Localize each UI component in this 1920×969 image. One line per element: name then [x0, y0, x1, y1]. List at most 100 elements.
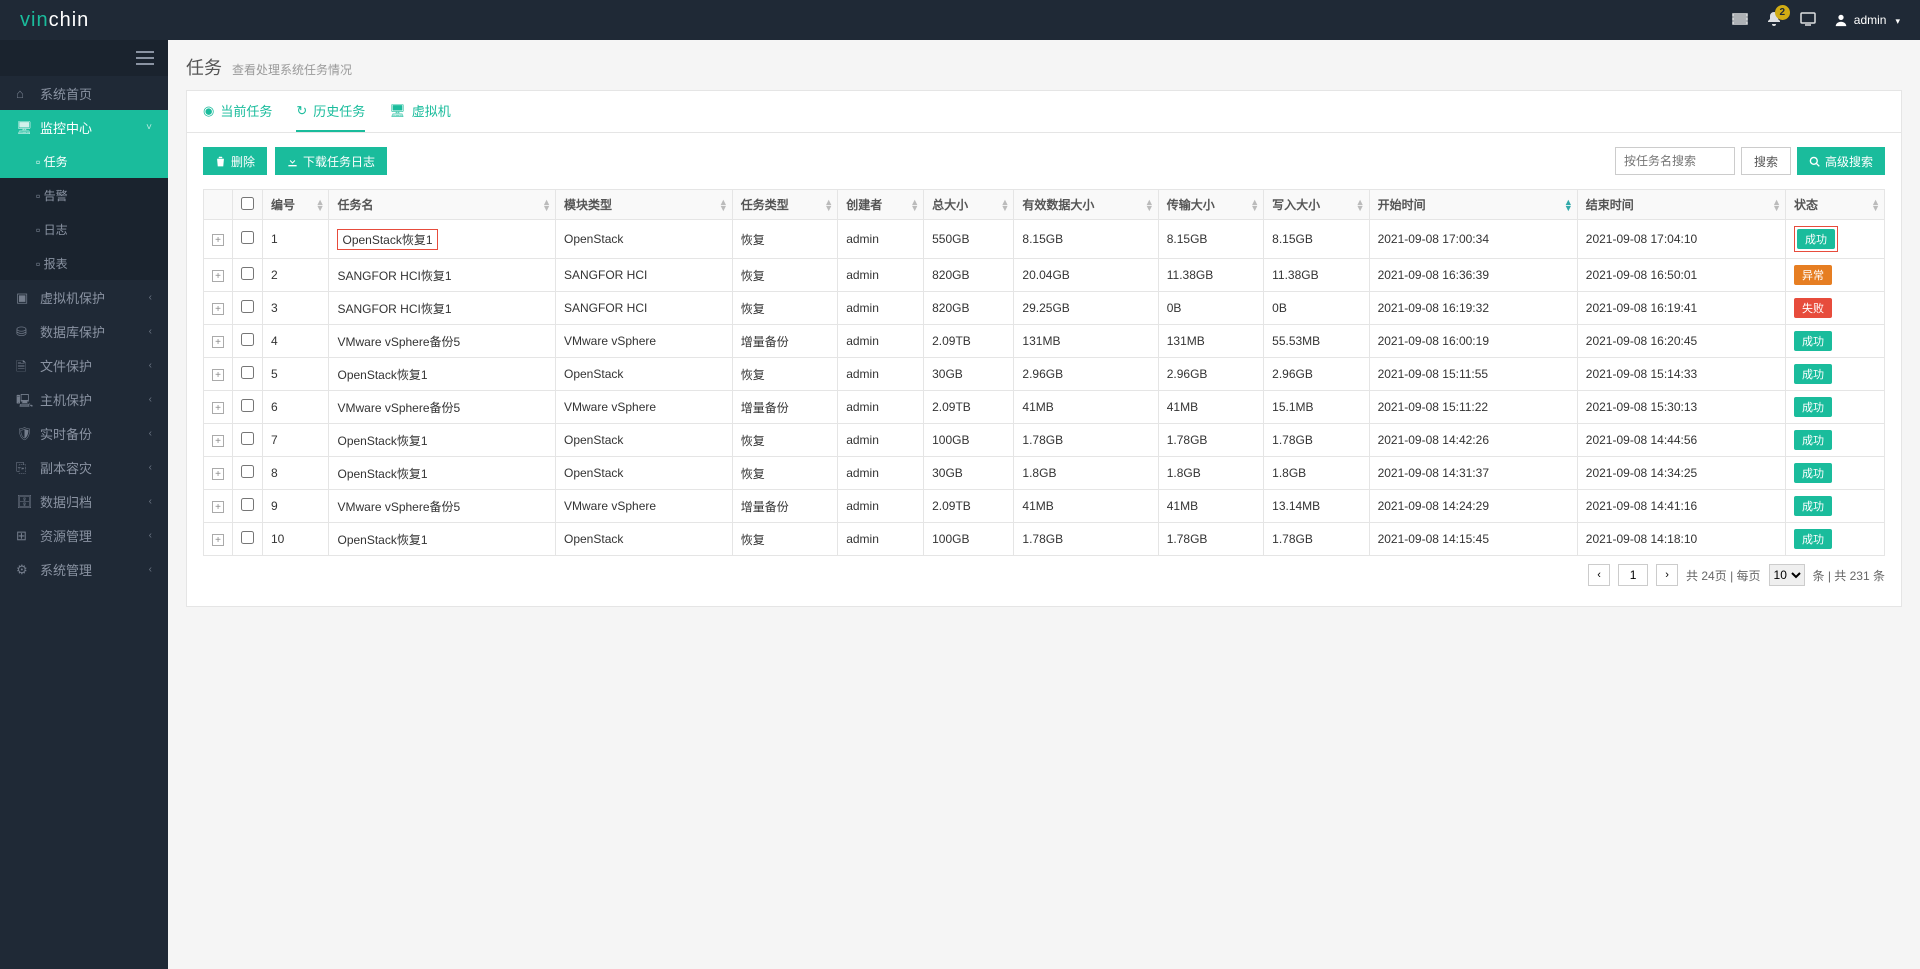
- col-header[interactable]: 模块类型▲▼: [556, 190, 733, 220]
- select-all-checkbox[interactable]: [241, 197, 254, 210]
- task-name-link[interactable]: OpenStack恢复1: [337, 467, 427, 481]
- expand-icon[interactable]: +: [212, 303, 224, 315]
- search-button[interactable]: 搜索: [1741, 147, 1791, 175]
- pagination: ‹ › 共 24页 | 每页 10 条 | 共 231 条: [203, 556, 1885, 590]
- expand-icon[interactable]: +: [212, 270, 224, 282]
- page-subtitle: 查看处理系统任务情况: [232, 61, 352, 78]
- sidebar-sub-1-3[interactable]: ▫ 报表: [0, 246, 168, 280]
- nav-icon: ⚙: [16, 562, 30, 576]
- sidebar-toggle[interactable]: [0, 40, 168, 76]
- sort-icon: ▲▼: [316, 199, 325, 211]
- col-header[interactable]: 编号▲▼: [263, 190, 329, 220]
- expand-icon[interactable]: +: [212, 468, 224, 480]
- table-row: +7OpenStack恢复1OpenStack恢复admin100GB1.78G…: [204, 424, 1885, 457]
- task-name-link[interactable]: VMware vSphere备份5: [337, 500, 460, 514]
- col-header[interactable]: 任务名▲▼: [329, 190, 556, 220]
- task-name-link[interactable]: OpenStack恢复1: [337, 434, 427, 448]
- sidebar-item-5[interactable]: 🖳主机保护‹: [0, 382, 168, 416]
- col-header[interactable]: 写入大小▲▼: [1264, 190, 1369, 220]
- download-log-button[interactable]: 下载任务日志: [275, 147, 387, 175]
- col-header[interactable]: 结束时间▲▼: [1577, 190, 1785, 220]
- search-input[interactable]: [1615, 147, 1735, 175]
- task-name-link[interactable]: SANGFOR HCI恢复1: [337, 269, 451, 283]
- expand-icon[interactable]: +: [212, 534, 224, 546]
- table-row: +10OpenStack恢复1OpenStack恢复admin100GB1.78…: [204, 523, 1885, 556]
- status-badge: 成功: [1794, 529, 1832, 549]
- col-header[interactable]: 有效数据大小▲▼: [1014, 190, 1158, 220]
- row-checkbox[interactable]: [241, 231, 254, 244]
- chevron-icon: ˅: [146, 122, 152, 133]
- row-checkbox[interactable]: [241, 366, 254, 379]
- sidebar-item-4[interactable]: 🗎文件保护‹: [0, 348, 168, 382]
- col-header[interactable]: 状态▲▼: [1786, 190, 1885, 220]
- expand-icon[interactable]: +: [212, 501, 224, 513]
- table-row: +8OpenStack恢复1OpenStack恢复admin30GB1.8GB1…: [204, 457, 1885, 490]
- col-header[interactable]: 任务类型▲▼: [732, 190, 837, 220]
- col-header[interactable]: 开始时间▲▼: [1369, 190, 1577, 220]
- row-checkbox[interactable]: [241, 531, 254, 544]
- bell-icon[interactable]: 2: [1766, 11, 1782, 30]
- sidebar-item-6[interactable]: 🛡实时备份‹: [0, 416, 168, 450]
- prev-page-button[interactable]: ‹: [1588, 564, 1610, 586]
- expand-icon[interactable]: +: [212, 336, 224, 348]
- chevron-icon: ‹: [149, 292, 152, 303]
- sidebar-item-3[interactable]: ⛁数据库保护‹: [0, 314, 168, 348]
- table-row: +3SANGFOR HCI恢复1SANGFOR HCI恢复admin820GB2…: [204, 292, 1885, 325]
- sidebar-item-7[interactable]: ⎘副本容灾‹: [0, 450, 168, 484]
- nav-icon: ⎘: [16, 460, 30, 474]
- next-page-button[interactable]: ›: [1656, 564, 1678, 586]
- col-header[interactable]: 总大小▲▼: [924, 190, 1014, 220]
- grid-icon[interactable]: [1732, 11, 1748, 30]
- sort-icon: ▲▼: [1356, 199, 1365, 211]
- task-name-link[interactable]: VMware vSphere备份5: [337, 335, 460, 349]
- expand-icon[interactable]: +: [212, 369, 224, 381]
- sidebar-sub-1-0[interactable]: ▫ 任务: [0, 144, 168, 178]
- toolbar: 删除 下载任务日志 搜索 高级搜索: [187, 133, 1901, 189]
- status-badge: 异常: [1794, 265, 1832, 285]
- col-header[interactable]: 传输大小▲▼: [1158, 190, 1263, 220]
- row-checkbox[interactable]: [241, 498, 254, 511]
- expand-icon[interactable]: +: [212, 435, 224, 447]
- tab-icon: 🖥: [389, 103, 406, 119]
- user-menu[interactable]: admin: [1834, 13, 1900, 27]
- monitor-icon[interactable]: [1800, 11, 1816, 30]
- row-checkbox[interactable]: [241, 300, 254, 313]
- sidebar-sub-1-2[interactable]: ▫ 日志: [0, 212, 168, 246]
- row-checkbox[interactable]: [241, 465, 254, 478]
- sidebar-item-9[interactable]: ⊞资源管理‹: [0, 518, 168, 552]
- expand-icon[interactable]: +: [212, 234, 224, 246]
- nav-icon: ⌂: [16, 86, 30, 100]
- chevron-down-icon: [1892, 13, 1900, 27]
- task-name-link[interactable]: VMware vSphere备份5: [337, 401, 460, 415]
- row-checkbox[interactable]: [241, 432, 254, 445]
- row-checkbox[interactable]: [241, 333, 254, 346]
- sort-icon: ▲▼: [1871, 199, 1880, 211]
- sidebar-sub-1-1[interactable]: ▫ 告警: [0, 178, 168, 212]
- delete-button[interactable]: 删除: [203, 147, 267, 175]
- status-badge: 成功: [1794, 331, 1832, 351]
- tab-0[interactable]: ◉当前任务: [203, 101, 272, 132]
- tab-1[interactable]: ↻历史任务: [296, 101, 365, 132]
- sidebar-item-1[interactable]: 🖥监控中心˅: [0, 110, 168, 144]
- advanced-search-button[interactable]: 高级搜索: [1797, 147, 1885, 175]
- status-badge: 成功: [1794, 397, 1832, 417]
- sidebar-item-8[interactable]: 🗄数据归档‹: [0, 484, 168, 518]
- col-header[interactable]: 创建者▲▼: [838, 190, 924, 220]
- expand-icon[interactable]: +: [212, 402, 224, 414]
- tab-2[interactable]: 🖥虚拟机: [389, 101, 451, 132]
- task-name-link[interactable]: OpenStack恢复1: [337, 229, 437, 250]
- sidebar-item-10[interactable]: ⚙系统管理‹: [0, 552, 168, 586]
- sidebar-item-2[interactable]: ▣虚拟机保护‹: [0, 280, 168, 314]
- sidebar-item-0[interactable]: ⌂系统首页: [0, 76, 168, 110]
- row-checkbox[interactable]: [241, 399, 254, 412]
- page-size-select[interactable]: 10: [1769, 564, 1805, 586]
- nav-icon: ▣: [16, 290, 30, 304]
- sort-icon: ▲▼: [1250, 199, 1259, 211]
- page-input[interactable]: [1618, 564, 1648, 586]
- nav-icon: 🛡: [16, 426, 30, 440]
- main-content: 任务 查看处理系统任务情况 ◉当前任务↻历史任务🖥虚拟机 删除 下载任务日志 搜…: [168, 40, 1920, 969]
- row-checkbox[interactable]: [241, 267, 254, 280]
- task-name-link[interactable]: SANGFOR HCI恢复1: [337, 302, 451, 316]
- task-name-link[interactable]: OpenStack恢复1: [337, 368, 427, 382]
- task-name-link[interactable]: OpenStack恢复1: [337, 533, 427, 547]
